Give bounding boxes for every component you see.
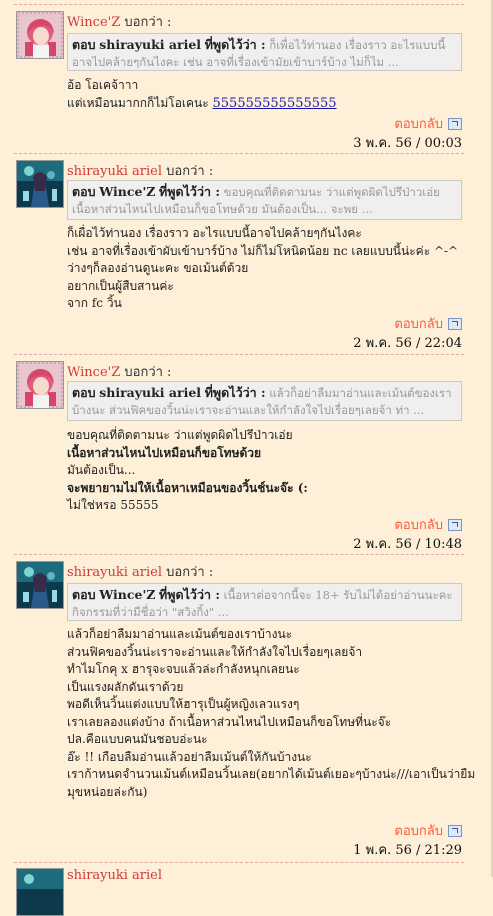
quote-box: ตอบ Wince'Z ที่พูดไว้ว่า : เนื้อหาต่อจาก…	[67, 583, 462, 621]
reply-icon[interactable]	[448, 117, 462, 130]
comment-body: แล้วก็อย่าลืมมาอ่านและเม้นต์ของเราบ้างนะ…	[67, 626, 476, 801]
quote-box: ตอบ shirayuki ariel ที่พูดไว้ว่า : แล้วก…	[67, 381, 462, 421]
reply-icon[interactable]	[448, 317, 462, 330]
comment-line: อยากเป็นผู้สืบสานค่ะ	[67, 278, 174, 293]
reply-label: ตอบกลับ	[394, 317, 443, 332]
post-date: 1 พ.ค. 56 / 21:29	[353, 843, 462, 858]
said-label: บอกว่า :	[166, 565, 214, 580]
comment-thread: Wince'Z บอกว่า : ตอบ shirayuki ariel ที่…	[0, 0, 493, 916]
author-name[interactable]: shirayuki ariel	[67, 565, 162, 580]
comment-body: ขอบคุณที่ติดตามนะ ว่าแต่พูดผิดไปรึป่าวเอ…	[67, 427, 462, 515]
comment-line: จะพยายามไม่ให้เนื้อหาเหมือนของวิ้นช์นะจ๊…	[67, 480, 308, 495]
avatar-shirayuki[interactable]	[16, 868, 64, 916]
comment-line: ปล.คือแบบคนมันชอบอ่ะนะ	[67, 732, 208, 746]
comment-line: แล้วก็อย่าลืมมาอ่านและเม้นต์ของเราบ้างนะ	[67, 627, 293, 641]
comment-line: มันต้องเป็น...	[67, 463, 136, 477]
quote-said-label: ที่พูดไว้ว่า :	[204, 385, 266, 400]
comment-line: อ๊ะ !! เกือบลืมอ่านแล้วอย่าลืมเม้นต์ให้ก…	[67, 749, 312, 764]
reply-icon[interactable]	[448, 824, 462, 837]
comment-line: แต่เหมือนมากกก็ไม่โอเคนะ 555555555555555	[67, 95, 337, 111]
post-date: 2 พ.ค. 56 / 10:48	[353, 537, 462, 552]
avatar-shirayuki[interactable]	[16, 561, 64, 609]
reply-button[interactable]: ตอบกลับ	[394, 820, 462, 841]
post-date: 3 พ.ค. 56 / 00:03	[353, 136, 462, 151]
said-label: บอกว่า :	[166, 164, 214, 179]
avatar-wincez[interactable]	[16, 361, 64, 409]
comment-line: พอดีเห็นวิ้นแต่งแบบให้ฮารุเป็นผู้หญิงเลว…	[67, 697, 300, 711]
avatar-shirayuki[interactable]	[16, 160, 64, 208]
quote-box: ตอบ shirayuki ariel ที่พูดไว้ว่า : ก็เพื…	[67, 33, 462, 71]
comment-line: ว่างๆก็ลองอ่านดูนะคะ ขอเม้นต์ด้วย	[67, 261, 249, 275]
comment-line: ไม่ใช่หรอ 55555	[67, 498, 159, 512]
comment-line: เราเลยลองแต่งบ้าง ถ้าเนื้อหาส่วนไหนไปเหม…	[67, 714, 392, 729]
quote-said-label: ที่พูดไว้ว่า :	[159, 184, 220, 199]
comment-post: shirayuki ariel บอกว่า : ตอบ Wince'Z ที่…	[14, 554, 476, 861]
quote-prefix: ตอบ	[72, 587, 96, 602]
quote-box: ตอบ Wince'Z ที่พูดไว้ว่า : ขอบคุณที่ติดต…	[67, 180, 462, 220]
quote-prefix: ตอบ	[72, 385, 96, 400]
author-name[interactable]: Wince'Z	[67, 365, 120, 380]
comment-link[interactable]: 555555555555555	[213, 96, 337, 111]
comment-line: ทำไมโกคุ x ฮารุจะจบแล้วล่ะกำลังหนุกเลยนะ	[67, 662, 300, 676]
comment-line: อ้อ โอเคจ้าาา	[67, 78, 139, 92]
reply-button[interactable]: ตอบกลับ	[394, 514, 462, 535]
comment-body: อ้อ โอเคจ้าาา แต่เหมือนมากกก็ไม่โอเคนะ 5…	[67, 77, 462, 112]
comment-line: เนื้อหาส่วนไหนไปเหมือนก็ขอโทษด้วย	[67, 445, 262, 460]
author-line: shirayuki ariel บอกว่า :	[67, 160, 213, 181]
author-name[interactable]: Wince'Z	[67, 15, 120, 30]
quote-said-label: ที่พูดไว้ว่า :	[159, 587, 220, 602]
author-line: Wince'Z บอกว่า :	[67, 361, 171, 382]
comment-line: เป็นแรงผลักดันเราด้วย	[67, 679, 184, 694]
reply-button[interactable]: ตอบกลับ	[394, 313, 462, 334]
reply-label: ตอบกลับ	[394, 117, 443, 132]
comment-line: เราก้าหนดจำนวนเม้นต์เหมือนวิ้นเลย(อยากได…	[67, 767, 476, 781]
comment-post: shirayuki ariel บอกว่า : ตอบ Wince'Z ที่…	[14, 153, 464, 351]
said-label: บอกว่า :	[124, 15, 172, 30]
quote-author: Wince'Z	[99, 184, 156, 199]
comment-line: มุขหน่อยล่ะกัน)	[67, 784, 148, 799]
post-date: 2 พ.ค. 56 / 22:04	[353, 336, 462, 351]
comment-line: ขอบคุณที่ติดตามนะ ว่าแต่พูดผิดไปรึป่าวเอ…	[67, 428, 293, 442]
quote-said-label: ที่พูดไว้ว่า :	[204, 37, 266, 52]
comment-line: ก็เผื่อไว้ท่านอง เรื่องราว อะไรแบบนี้อาจ…	[67, 226, 362, 240]
reply-label: ตอบกลับ	[394, 518, 443, 533]
quote-prefix: ตอบ	[72, 184, 96, 199]
reply-button[interactable]: ตอบกลับ	[394, 113, 462, 134]
comment-body: ก็เผื่อไว้ท่านอง เรื่องราว อะไรแบบนี้อาจ…	[67, 225, 462, 313]
author-line: Wince'Z บอกว่า :	[67, 11, 171, 32]
comment-line: จาก fc วิ้น	[67, 296, 122, 310]
quote-author: shirayuki ariel	[99, 37, 202, 52]
comment-post: Wince'Z บอกว่า : ตอบ shirayuki ariel ที่…	[14, 354, 464, 552]
reply-label: ตอบกลับ	[394, 824, 443, 839]
comment-line: เช่น อาจที่เรื่องเข้าผับเข้าบาร์บ้าง ไม่…	[67, 243, 459, 258]
avatar-wincez[interactable]	[16, 11, 64, 59]
reply-icon[interactable]	[448, 518, 462, 531]
quote-author: Wince'Z	[99, 587, 156, 602]
comment-line: ส่วนฟิคของวิ้นน่ะเราจะอ่านและให้กำลังใจไ…	[67, 644, 363, 659]
author-name[interactable]: shirayuki ariel	[67, 868, 162, 883]
said-label: บอกว่า :	[124, 365, 172, 380]
quote-author: shirayuki ariel	[99, 385, 202, 400]
author-line: shirayuki ariel บอกว่า :	[67, 561, 213, 582]
comment-post: Wince'Z บอกว่า : ตอบ shirayuki ariel ที่…	[14, 4, 464, 151]
quote-prefix: ตอบ	[72, 37, 96, 52]
author-name[interactable]: shirayuki ariel	[67, 164, 162, 179]
